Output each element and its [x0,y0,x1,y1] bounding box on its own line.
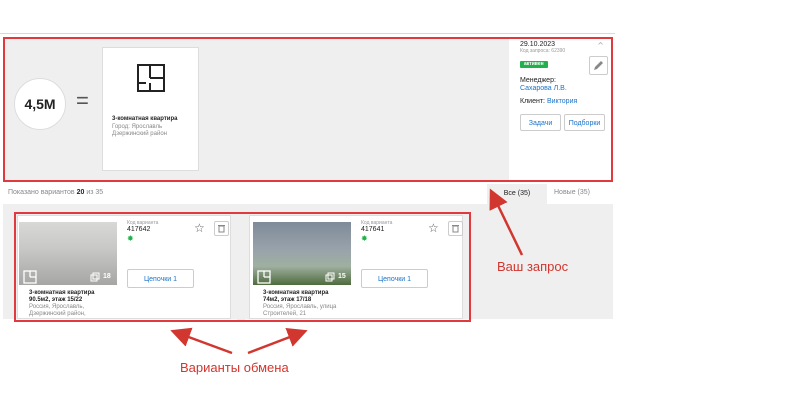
request-date: 29.10.2023 [520,41,556,48]
edit-button[interactable] [589,56,608,75]
chevron-up-icon[interactable]: ⌃ [596,40,605,53]
manager-link[interactable]: Сахарова Л.В. [520,85,567,92]
client-row: Клиент: Виктория [520,98,577,105]
top-divider [0,33,615,34]
arrow-to-variant-left [170,327,233,355]
selections-button[interactable]: Подборки [564,114,605,131]
price-value: 4,5М [24,96,56,112]
equals-sign: = [76,88,89,113]
client-link[interactable]: Виктория [547,98,577,105]
object-district: Дзержинский район [112,131,167,137]
status-badge: активен [520,61,548,68]
request-code: Код запроса: 62390 [520,48,566,54]
tasks-button[interactable]: Задачи [520,114,561,131]
variants-count: Показано вариантов 20 из 35 [8,189,104,196]
annotation-your-request: Ваш запрос [497,259,569,274]
object-title: 3-комнатная квартира [112,116,178,122]
tab-new[interactable]: Новые (35) [554,189,590,196]
tab-all[interactable]: Все (35) [487,184,547,204]
manager-label: Менеджер: [520,77,556,84]
variants-highlight-frame [14,212,471,322]
annotation-exchange-variants: Варианты обмена [180,360,289,375]
pencil-icon [594,61,603,70]
arrow-to-variant-right [247,328,308,355]
floor-plan-icon [137,64,165,92]
object-city: Город: Ярославль [112,124,163,130]
client-label: Клиент: [520,98,547,105]
